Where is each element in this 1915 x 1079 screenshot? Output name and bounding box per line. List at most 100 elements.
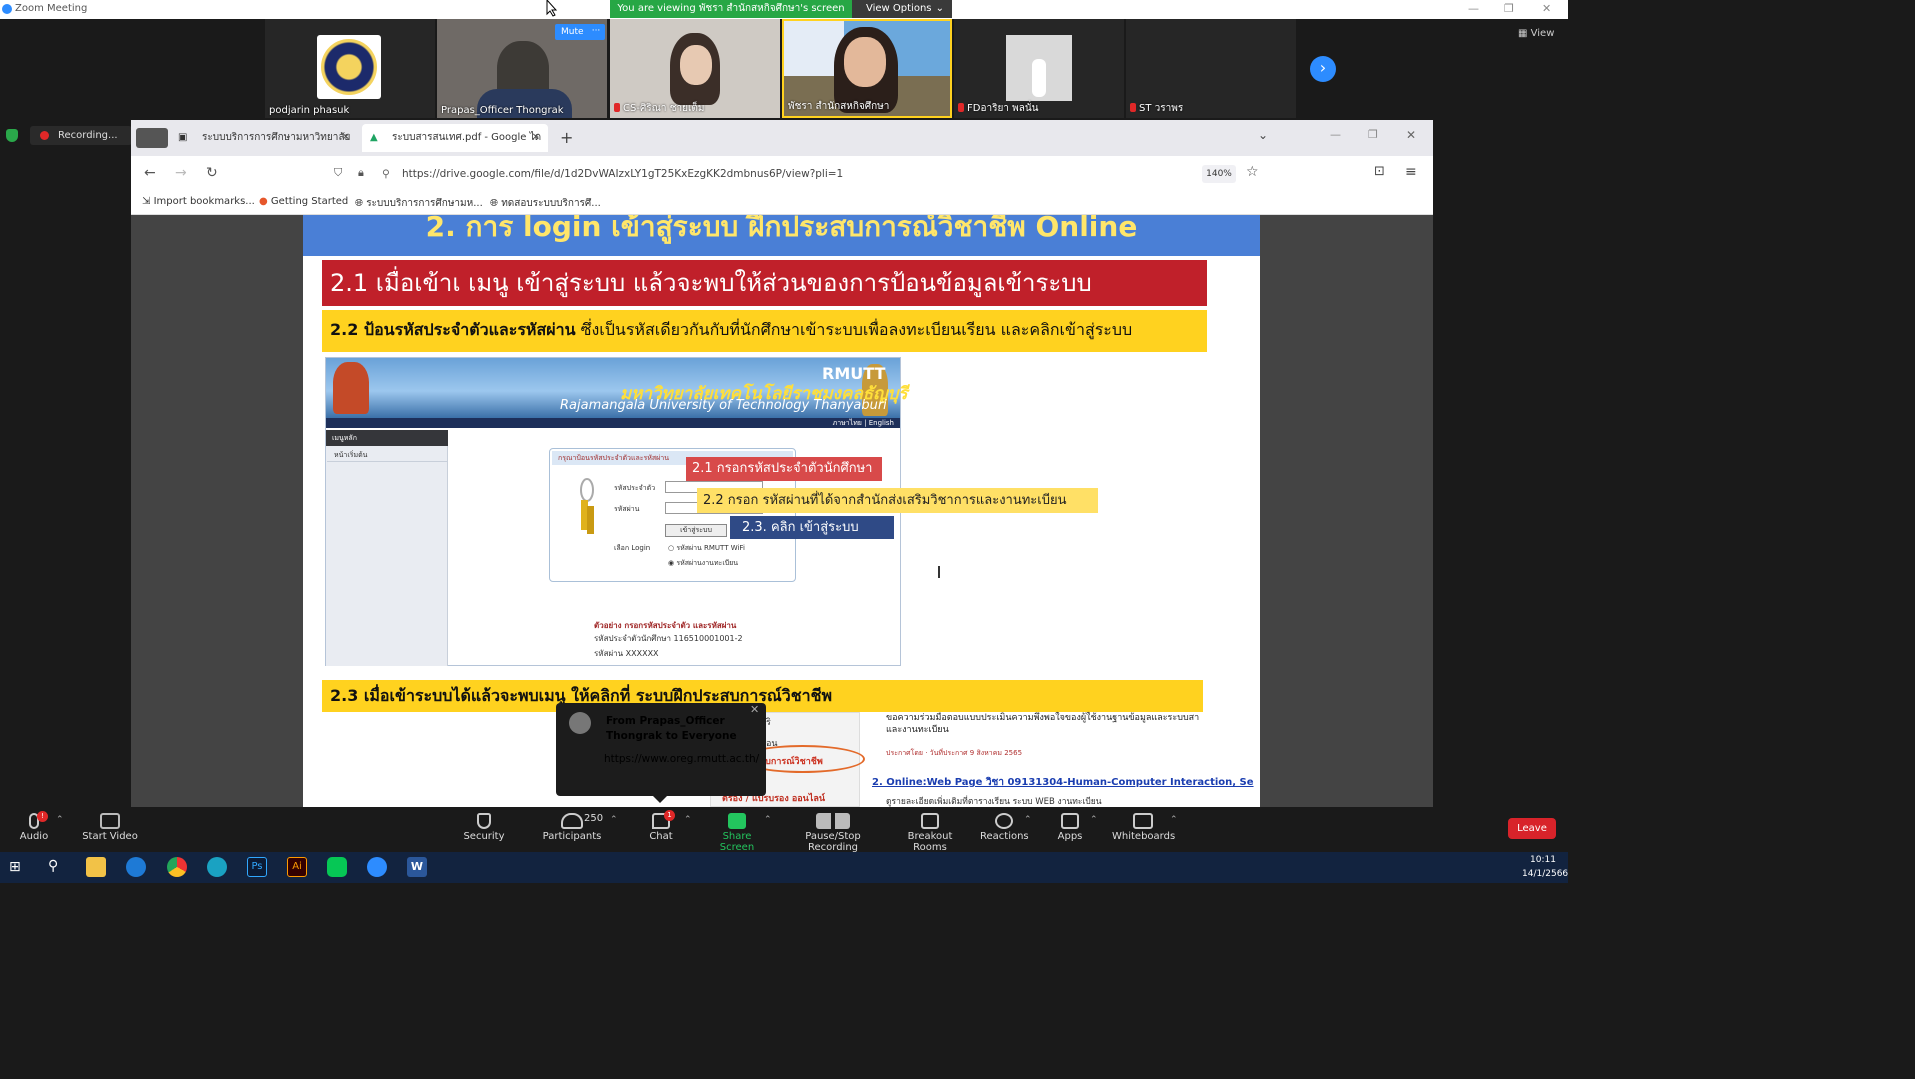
permissions-icon[interactable]: ⚲	[382, 162, 390, 186]
audio-button[interactable]: ! Audio	[14, 807, 54, 852]
callout-2-3: 2.3. คลิก เข้าสู่ระบบ	[730, 516, 894, 539]
mic-muted-icon	[614, 103, 620, 112]
radio-icon: ○	[668, 544, 675, 552]
security-button[interactable]: Security	[460, 807, 508, 852]
breakout-rooms-button[interactable]: Breakout Rooms	[892, 807, 968, 853]
internet-explorer-icon[interactable]	[126, 857, 146, 877]
grid-icon: ▦	[1518, 28, 1528, 39]
view-options-button[interactable]: View Options ⌄	[852, 0, 952, 18]
pinned-tab-icon[interactable]	[136, 128, 168, 148]
share-banner: You are viewing พัชรา สำนักสหกิจศึกษา's …	[610, 0, 852, 18]
browser-restore-icon[interactable]: ❐	[1368, 128, 1378, 141]
tab-list-chevron-icon[interactable]: ⌄	[1258, 128, 1268, 142]
whiteboards-caret-icon[interactable]: ⌃	[1170, 815, 1178, 825]
share-screen-button[interactable]: Share Screen	[706, 807, 768, 853]
pocket-icon[interactable]: ⊡	[1374, 164, 1385, 179]
reactions-caret-icon[interactable]: ⌃	[1024, 815, 1032, 825]
close-tab-icon[interactable]: ✕	[342, 124, 350, 152]
chat-message-link[interactable]: https://www.oreg.rmutt.ac.th/	[604, 753, 759, 765]
back-icon[interactable]: ←	[144, 165, 156, 181]
chrome-icon[interactable]	[167, 857, 187, 877]
zoom-logo-icon	[2, 4, 12, 14]
browser-close-icon[interactable]: ✕	[1406, 128, 1416, 142]
share-caret-icon[interactable]: ⌃	[764, 815, 772, 825]
reload-icon[interactable]: ↻	[206, 165, 218, 181]
pause-stop-icon	[816, 813, 850, 829]
maximize-icon[interactable]: ❐	[1504, 2, 1514, 15]
lock-icon[interactable]: 🔒︎	[358, 166, 364, 180]
bookmark-item[interactable]: 🌐︎ ทดสอบระบบบริการศึ...	[490, 196, 601, 211]
clock-date[interactable]: 14/1/2566	[1522, 869, 1568, 879]
chat-tail	[652, 795, 668, 803]
browser-tab[interactable]: ▣ ระบบบริการการศึกษามหาวิทยาลัยราช ✕	[172, 124, 358, 171]
clock-time[interactable]: 10:11	[1530, 855, 1556, 865]
windows-taskbar	[0, 852, 1568, 883]
view-options-label: View Options	[866, 3, 932, 14]
recording-indicator[interactable]: Recording...	[30, 126, 132, 145]
search-icon[interactable]: ⚲	[48, 858, 58, 874]
minimize-icon[interactable]: —	[1468, 2, 1479, 15]
apps-caret-icon[interactable]: ⌃	[1090, 815, 1098, 825]
participant-tile[interactable]: ST วราพร	[1126, 19, 1296, 118]
chevron-right-icon: ›	[1319, 58, 1327, 77]
participants-count: 250	[584, 813, 604, 824]
bookmark-getting-started[interactable]: ● Getting Started	[259, 196, 348, 207]
shield-icon	[477, 813, 491, 829]
participant-tile[interactable]: Mute ··· Prapas_Officer Thongrak	[437, 19, 607, 118]
more-options-button[interactable]: ···	[587, 24, 605, 40]
photoshop-icon[interactable]: Ps	[247, 857, 267, 877]
participant-tile[interactable]: FDอาริยา พลนั่น	[954, 19, 1124, 118]
mic-muted-icon	[1130, 103, 1136, 112]
address-bar[interactable]: ⚲ https://drive.google.com/file/d/1d2DvW…	[378, 162, 1198, 186]
word-icon[interactable]: W	[407, 857, 427, 877]
choose-login-label: เลือก Login	[614, 544, 651, 552]
site-language-bar: ภาษาไทย | English	[326, 418, 900, 428]
tab-favicon-icon: ▣	[178, 132, 188, 143]
start-video-button[interactable]: Start Video	[80, 807, 140, 852]
apps-button[interactable]: Apps	[1052, 807, 1088, 852]
avatar	[569, 712, 591, 734]
participant-tile[interactable]: podjarin phasuk	[265, 19, 435, 118]
menu-icon[interactable]: ≡	[1405, 164, 1417, 180]
pause-stop-recording-button[interactable]: Pause/Stop Recording	[783, 807, 883, 853]
callout-2-2: 2.2 กรอก รหัสผ่านที่ได้จากสำนักส่งเสริมว…	[697, 488, 1098, 513]
windows-start-icon[interactable]: ⊞	[9, 859, 21, 875]
file-explorer-icon[interactable]	[86, 857, 106, 877]
whiteboards-button[interactable]: Whiteboards	[1112, 807, 1175, 852]
login-option-2: ◉ รหัสผ่านงานทะเบียน	[668, 559, 739, 567]
window-title: Zoom Meeting	[15, 3, 88, 14]
forward-icon[interactable]: →	[175, 165, 187, 181]
mute-button[interactable]: Mute	[555, 24, 590, 40]
text-cursor-icon	[938, 566, 940, 578]
browser-tab-active[interactable]: ▲ ระบบสารสนเทศ.pdf - Google ได ✕	[362, 124, 548, 152]
participants-caret-icon[interactable]: ⌃	[610, 815, 618, 825]
bookmark-import[interactable]: ⇲ Import bookmarks...	[142, 196, 255, 207]
bookmark-item[interactable]: 🌐︎ ระบบบริการการศึกษามห...	[355, 196, 483, 211]
close-tab-icon[interactable]: ✕	[532, 124, 540, 152]
new-tab-button[interactable]: +	[560, 128, 573, 147]
tracking-shield-icon[interactable]: ⛉	[334, 166, 342, 180]
browser-minimize-icon[interactable]: —	[1330, 128, 1341, 141]
chat-button[interactable]: 1 Chat	[642, 807, 680, 852]
participant-tile[interactable]: CS-ศิริณา ชายเต็ม	[610, 19, 780, 118]
chat-caret-icon[interactable]: ⌃	[684, 815, 692, 825]
close-icon[interactable]: ✕	[1542, 2, 1551, 15]
reactions-button[interactable]: Reactions	[980, 807, 1029, 852]
line-icon[interactable]	[327, 857, 347, 877]
audio-caret-icon[interactable]: ⌃	[56, 815, 64, 825]
bookmark-star-icon[interactable]: ☆	[1246, 164, 1259, 180]
gallery-next-button[interactable]: ›	[1310, 56, 1336, 82]
close-icon[interactable]: ✕	[750, 703, 759, 716]
participants-button[interactable]: 250 Participants	[540, 807, 604, 852]
menu-snippet: ริ	[766, 718, 771, 728]
zoom-level-indicator[interactable]: 140%	[1202, 165, 1236, 183]
view-button[interactable]: ▦ View	[1518, 28, 1554, 39]
edge-icon[interactable]	[207, 857, 227, 877]
illustrator-icon[interactable]: Ai	[287, 857, 307, 877]
zoom-app-icon[interactable]	[367, 857, 387, 877]
participant-tile-active-speaker[interactable]: พัชรา สำนักสหกิจศึกษา	[782, 19, 952, 118]
participant-name: FDอาริยา พลนั่น	[958, 101, 1039, 116]
leave-button[interactable]: Leave	[1508, 818, 1556, 839]
participant-name: ST วราพร	[1130, 101, 1183, 116]
recording-icon	[40, 131, 49, 140]
